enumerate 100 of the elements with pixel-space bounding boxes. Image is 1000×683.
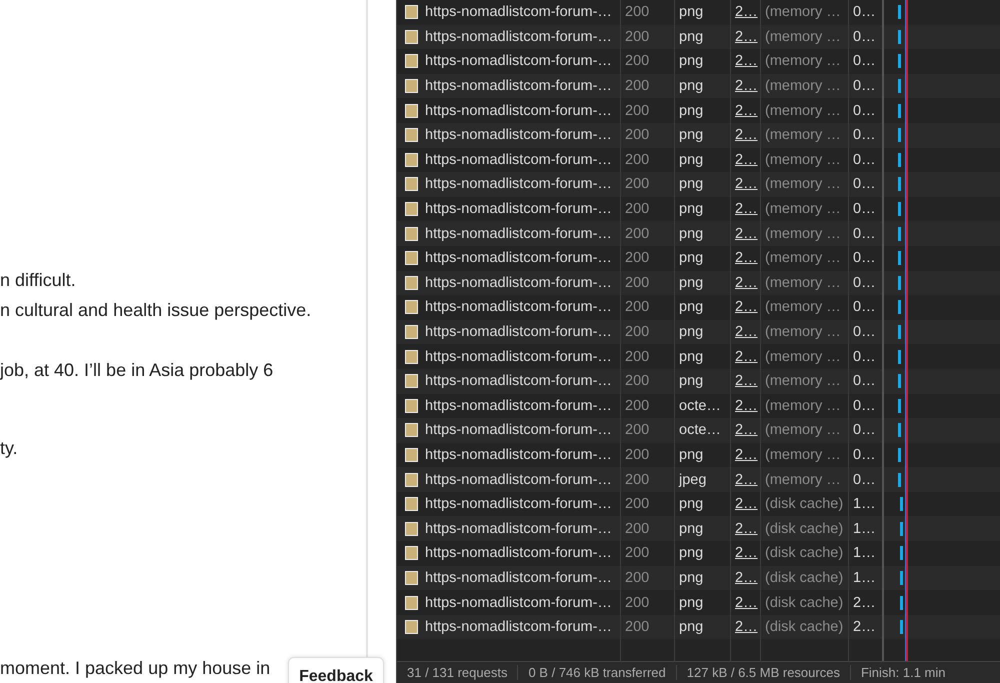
waterfall-bar xyxy=(898,276,901,290)
request-type: png xyxy=(679,619,704,636)
status-text: Finish: 1.1 min xyxy=(850,665,956,680)
size-link[interactable]: 2… xyxy=(735,250,758,266)
request-source: (disk cache) xyxy=(765,570,844,586)
request-name[interactable]: https-nomadlistcom-forum-… xyxy=(425,299,612,316)
thumbnail-icon xyxy=(405,620,418,634)
request-name[interactable]: https-nomadlistcom-forum-… xyxy=(425,324,612,340)
request-name[interactable]: https-nomadlistcom-forum-… xyxy=(425,398,612,414)
request-name[interactable]: https-nomadlistcom-forum-… xyxy=(425,373,612,390)
waterfall-bar xyxy=(898,325,901,340)
request-name[interactable]: https-nomadlistcom-forum-… xyxy=(425,545,612,562)
status-code: 200 xyxy=(625,274,650,291)
size-link[interactable]: 2… xyxy=(735,520,758,537)
request-name[interactable]: https-nomadlistcom-forum-… xyxy=(425,201,612,218)
waterfall-bar xyxy=(898,54,901,68)
request-source: (memory … xyxy=(765,472,841,488)
status-code: 200 xyxy=(625,348,650,365)
request-name[interactable]: https-nomadlistcom-forum-… xyxy=(425,472,612,488)
request-name[interactable]: https-nomadlistcom-forum-… xyxy=(425,520,612,537)
request-name[interactable]: https-nomadlistcom-forum-… xyxy=(425,176,612,192)
size-link[interactable]: 2… xyxy=(735,422,758,438)
size-link[interactable]: 2… xyxy=(735,226,758,242)
size-link[interactable]: 2… xyxy=(735,152,758,168)
request-source: (memory … xyxy=(765,324,841,340)
waterfall-bar xyxy=(898,472,901,487)
size-link[interactable]: 2… xyxy=(735,398,758,414)
waterfall-bar xyxy=(900,570,903,585)
request-name[interactable]: https-nomadlistcom-forum-… xyxy=(425,127,612,144)
size-link[interactable]: 2… xyxy=(735,348,758,365)
status-code: 200 xyxy=(625,520,650,537)
size-link[interactable]: 2… xyxy=(735,127,758,144)
request-name[interactable]: https-nomadlistcom-forum-… xyxy=(425,53,612,70)
size-link[interactable]: 2… xyxy=(735,274,758,291)
request-time: 0… xyxy=(853,4,876,20)
request-source: (memory … xyxy=(765,422,841,438)
request-source: (memory … xyxy=(765,274,841,291)
request-time: 1… xyxy=(853,496,876,512)
size-link[interactable]: 2… xyxy=(735,53,758,70)
size-link[interactable]: 2… xyxy=(735,570,758,586)
request-name[interactable]: https-nomadlistcom-forum-… xyxy=(425,4,612,20)
request-name[interactable]: https-nomadlistcom-forum-… xyxy=(425,348,612,365)
status-code: 200 xyxy=(625,299,650,316)
request-time: 0… xyxy=(853,78,876,94)
size-link[interactable]: 2… xyxy=(735,299,758,316)
thumbnail-icon xyxy=(405,398,418,413)
request-name[interactable]: https-nomadlistcom-forum-… xyxy=(425,446,612,463)
request-source: (disk cache) xyxy=(765,594,844,611)
request-type: png xyxy=(679,373,704,390)
size-link[interactable]: 2… xyxy=(735,78,758,94)
waterfall-bar xyxy=(900,522,903,536)
waterfall-bar xyxy=(900,546,903,560)
request-name[interactable]: https-nomadlistcom-forum-… xyxy=(425,619,612,636)
request-type: png xyxy=(679,446,704,463)
request-name[interactable]: https-nomadlistcom-forum-… xyxy=(425,28,612,45)
size-link[interactable]: 2… xyxy=(735,472,758,488)
request-type: png xyxy=(679,28,704,45)
request-type: png xyxy=(679,152,704,168)
request-name[interactable]: https-nomadlistcom-forum-… xyxy=(425,78,612,94)
request-type: png xyxy=(679,348,704,365)
request-time: 0… xyxy=(853,102,876,119)
request-type: jpeg xyxy=(679,472,706,488)
request-time: 0… xyxy=(853,348,876,365)
size-link[interactable]: 2… xyxy=(735,446,758,463)
thumbnail-icon xyxy=(405,128,418,142)
waterfall-bar xyxy=(900,497,903,512)
request-name[interactable]: https-nomadlistcom-forum-… xyxy=(425,422,612,438)
size-link[interactable]: 2… xyxy=(735,176,758,192)
thumbnail-icon xyxy=(405,497,418,512)
size-link[interactable]: 2… xyxy=(735,594,758,611)
waterfall-bar xyxy=(898,5,901,20)
request-name[interactable]: https-nomadlistcom-forum-… xyxy=(425,496,612,512)
request-name[interactable]: https-nomadlistcom-forum-… xyxy=(425,570,612,586)
size-link[interactable]: 2… xyxy=(735,373,758,390)
request-name[interactable]: https-nomadlistcom-forum-… xyxy=(425,274,612,291)
request-name[interactable]: https-nomadlistcom-forum-… xyxy=(425,250,612,266)
thumbnail-icon xyxy=(405,177,418,192)
size-link[interactable]: 2… xyxy=(735,619,758,636)
request-time: 0… xyxy=(853,472,876,488)
thumbnail-icon xyxy=(405,5,418,20)
size-link[interactable]: 2… xyxy=(735,102,758,119)
request-time: 0… xyxy=(853,28,876,45)
status-code: 200 xyxy=(625,373,650,390)
size-link[interactable]: 2… xyxy=(735,496,758,512)
request-time: 2… xyxy=(853,594,876,611)
size-link[interactable]: 2… xyxy=(735,28,758,45)
size-link[interactable]: 2… xyxy=(735,201,758,218)
size-link[interactable]: 2… xyxy=(735,4,758,20)
request-time: 0… xyxy=(853,299,876,316)
request-name[interactable]: https-nomadlistcom-forum-… xyxy=(425,226,612,242)
size-link[interactable]: 2… xyxy=(735,324,758,340)
request-name[interactable]: https-nomadlistcom-forum-… xyxy=(425,594,612,611)
status-code: 200 xyxy=(625,226,650,242)
waterfall-bar xyxy=(898,202,901,216)
size-link[interactable]: 2… xyxy=(735,545,758,562)
request-name[interactable]: https-nomadlistcom-forum-… xyxy=(425,102,612,119)
waterfall-bar xyxy=(898,30,901,44)
request-name[interactable]: https-nomadlistcom-forum-… xyxy=(425,152,612,168)
status-code: 200 xyxy=(625,398,650,414)
feedback-button[interactable]: Feedback xyxy=(288,657,384,683)
